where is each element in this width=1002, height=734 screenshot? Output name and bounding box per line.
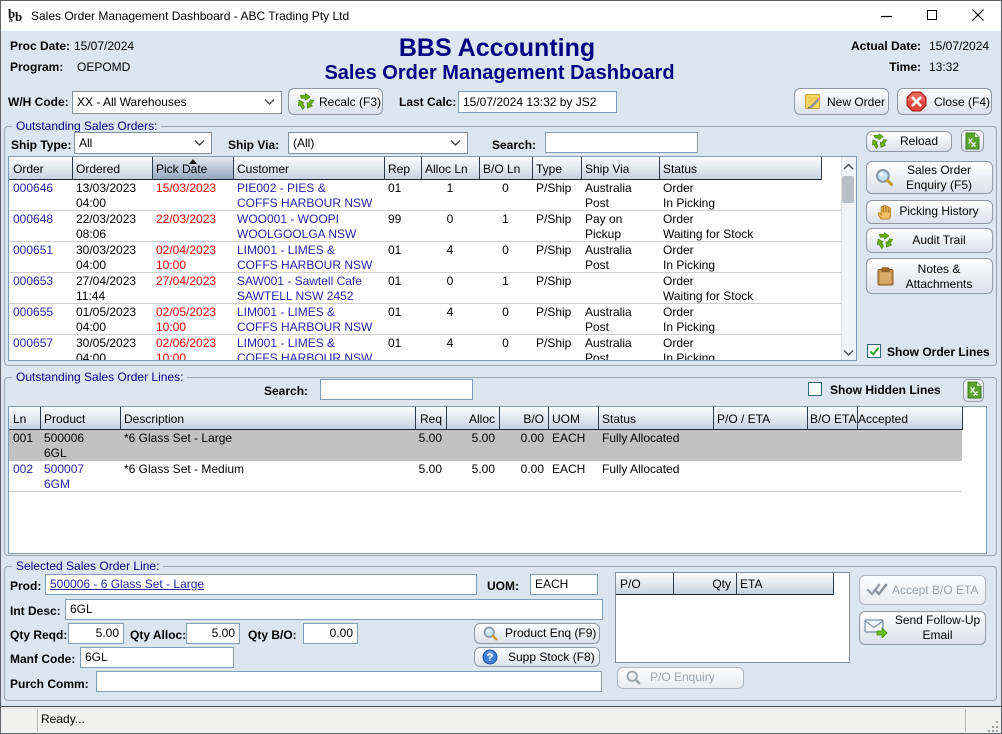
svg-text:?: ? <box>487 652 494 664</box>
